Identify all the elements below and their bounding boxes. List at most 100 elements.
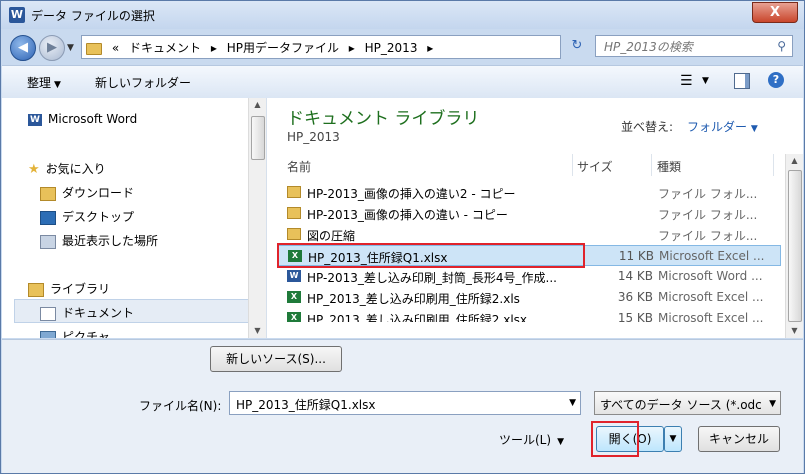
filename-input[interactable]: [234, 394, 558, 414]
file-name: HP_2013_差し込み印刷用_住所録2.xls: [307, 292, 520, 306]
search-input[interactable]: [602, 37, 776, 57]
title-bar: W データ ファイルの選択 X: [1, 1, 804, 29]
folder-icon: [287, 228, 301, 240]
file-row[interactable]: X HP_2013_差し込み印刷用_住所録2.xls 36 KB Microsoft …: [277, 287, 781, 308]
help-icon[interactable]: ?: [768, 72, 784, 88]
organize-label: 整理: [27, 76, 52, 90]
pictures-icon: [40, 330, 56, 338]
nav-item-label: ダウンロード: [62, 186, 135, 200]
file-row[interactable]: HP-2013_画像の挿入の違い2 - コピー ファイル フォル...: [277, 182, 781, 203]
search-box[interactable]: ⚲: [595, 35, 793, 57]
desktop-icon: [40, 210, 56, 225]
file-name: HP-2013_画像の挿入の違い2 - コピー: [307, 187, 516, 201]
new-folder-button[interactable]: 新しいフォルダー: [95, 74, 191, 91]
organize-menu-button[interactable]: 整理 ▼: [27, 74, 61, 91]
column-divider[interactable]: [572, 154, 573, 176]
open-options-dropdown[interactable]: ▼: [664, 426, 682, 452]
file-size: 11 KB: [618, 249, 654, 263]
word-icon: W: [28, 113, 42, 126]
file-name: HP-2013_画像の挿入の違い - コピー: [307, 208, 508, 222]
window-title: データ ファイルの選択: [31, 9, 155, 23]
nav-item-label: お気に入り: [45, 162, 106, 176]
breadcrumb-separator[interactable]: ▸: [211, 41, 217, 55]
file-type: ファイル フォル...: [658, 187, 758, 201]
view-options-icon[interactable]: ☰: [680, 73, 693, 89]
preview-pane-icon[interactable]: [734, 73, 750, 89]
scroll-down-icon[interactable]: ▼: [786, 324, 803, 338]
breadcrumb-overflow[interactable]: «: [112, 41, 119, 55]
nav-item-downloads[interactable]: ダウンロード: [40, 184, 134, 201]
file-list-pane: ドキュメント ライブラリ HP_2013 並べ替え: フォルダー ▼ 名前 サイ…: [267, 98, 803, 338]
filename-field[interactable]: ▼: [229, 391, 581, 415]
scroll-up-icon[interactable]: ▲: [786, 154, 803, 168]
caret-down-icon: ▼: [54, 80, 61, 90]
column-header-size[interactable]: サイズ: [577, 158, 613, 175]
file-name: 図の圧縮: [307, 229, 356, 243]
annotation-highlight: [591, 421, 639, 457]
close-button[interactable]: X: [752, 2, 798, 23]
file-row[interactable]: 図の圧縮 ファイル フォル...: [277, 224, 781, 245]
sort-value: フォルダー: [687, 120, 748, 134]
command-toolbar: 整理 ▼ 新しいフォルダー ☰ ▼ ?: [2, 65, 803, 99]
new-source-button[interactable]: 新しいソース(S)...: [210, 346, 342, 372]
sort-arrange-button[interactable]: フォルダー ▼: [687, 118, 758, 135]
chevron-down-icon[interactable]: ▼: [769, 399, 776, 409]
file-type-select[interactable]: すべてのデータ ソース (*.odc ▼: [594, 391, 781, 415]
search-icon[interactable]: ⚲: [777, 39, 786, 53]
nav-item-label: ピクチャ: [62, 330, 110, 338]
file-name: HP-2013_差し込み印刷_封筒_長形4号_作成...: [307, 271, 557, 285]
recent-places-icon: [40, 234, 56, 249]
file-type: ファイル フォル...: [658, 208, 758, 222]
nav-item-documents[interactable]: ドキュメント: [40, 304, 134, 321]
file-row[interactable]: HP-2013_画像の挿入の違い - コピー ファイル フォル...: [277, 203, 781, 224]
nav-item-desktop[interactable]: デスクトップ: [40, 208, 134, 225]
refresh-icon[interactable]: ↻: [567, 35, 587, 57]
nav-item-label: ライブラリ: [50, 282, 111, 296]
filename-label: ファイル名(N):: [139, 399, 222, 413]
annotation-highlight: [277, 243, 585, 268]
breadcrumb-hp2013[interactable]: HP_2013: [365, 41, 418, 55]
file-type-value: すべてのデータ ソース (*.odc: [600, 398, 762, 412]
file-list-scrollbar[interactable]: ▲ ▼: [785, 154, 803, 338]
tools-menu-button[interactable]: ツール(L) ▼: [499, 431, 564, 448]
breadcrumb-separator[interactable]: ▸: [349, 41, 355, 55]
nav-item-favorites[interactable]: ★ お気に入り: [28, 160, 106, 177]
scroll-up-icon[interactable]: ▲: [249, 98, 266, 112]
forward-button[interactable]: ▶: [39, 35, 65, 61]
nav-item-label: ドキュメント: [62, 306, 135, 320]
word-app-icon: W: [9, 7, 25, 23]
breadcrumb-documents[interactable]: ドキュメント: [129, 41, 201, 55]
scroll-down-icon[interactable]: ▼: [249, 324, 266, 338]
scroll-thumb[interactable]: [788, 170, 802, 322]
column-header-name[interactable]: 名前: [287, 158, 311, 175]
file-size: 15 KB: [617, 311, 653, 322]
breadcrumb-separator[interactable]: ▸: [427, 41, 433, 55]
cancel-button[interactable]: キャンセル: [698, 426, 780, 452]
nav-scrollbar[interactable]: ▲ ▼: [248, 98, 266, 338]
history-dropdown-icon[interactable]: ▼: [67, 43, 74, 53]
scroll-thumb[interactable]: [251, 116, 265, 160]
column-divider[interactable]: [773, 154, 774, 176]
caret-down-icon: ▼: [557, 437, 564, 447]
sort-label: 並べ替え:: [621, 120, 674, 134]
file-type: Microsoft Excel ...: [658, 311, 764, 322]
folder-icon: [287, 207, 301, 219]
chevron-down-icon[interactable]: ▼: [569, 398, 576, 408]
documents-icon: [40, 306, 56, 321]
file-type: Microsoft Excel ...: [658, 290, 764, 304]
file-row[interactable]: X HP_2013_差し込み印刷用_住所録2.xlsx 15 KB Microsoft…: [277, 308, 781, 322]
nav-item-recent-places[interactable]: 最近表示した場所: [40, 232, 158, 249]
address-bar[interactable]: « ドキュメント ▸ HP用データファイル ▸ HP_2013 ▸: [81, 35, 561, 59]
breadcrumb-hp-data[interactable]: HP用データファイル: [227, 41, 339, 55]
nav-item-libraries[interactable]: ライブラリ: [28, 280, 110, 297]
downloads-folder-icon: [40, 186, 56, 201]
view-dropdown-icon[interactable]: ▼: [702, 76, 709, 86]
nav-item-microsoft-word[interactable]: W Microsoft Word: [28, 112, 137, 126]
column-divider[interactable]: [651, 154, 652, 176]
nav-item-label: デスクトップ: [62, 210, 135, 224]
star-icon: ★: [28, 162, 40, 177]
column-header-type[interactable]: 種類: [657, 158, 681, 175]
back-button[interactable]: ◀: [10, 35, 36, 61]
nav-item-pictures[interactable]: ピクチャ: [40, 328, 110, 338]
file-row[interactable]: W HP-2013_差し込み印刷_封筒_長形4号_作成... 14 KB Micros…: [277, 266, 781, 287]
